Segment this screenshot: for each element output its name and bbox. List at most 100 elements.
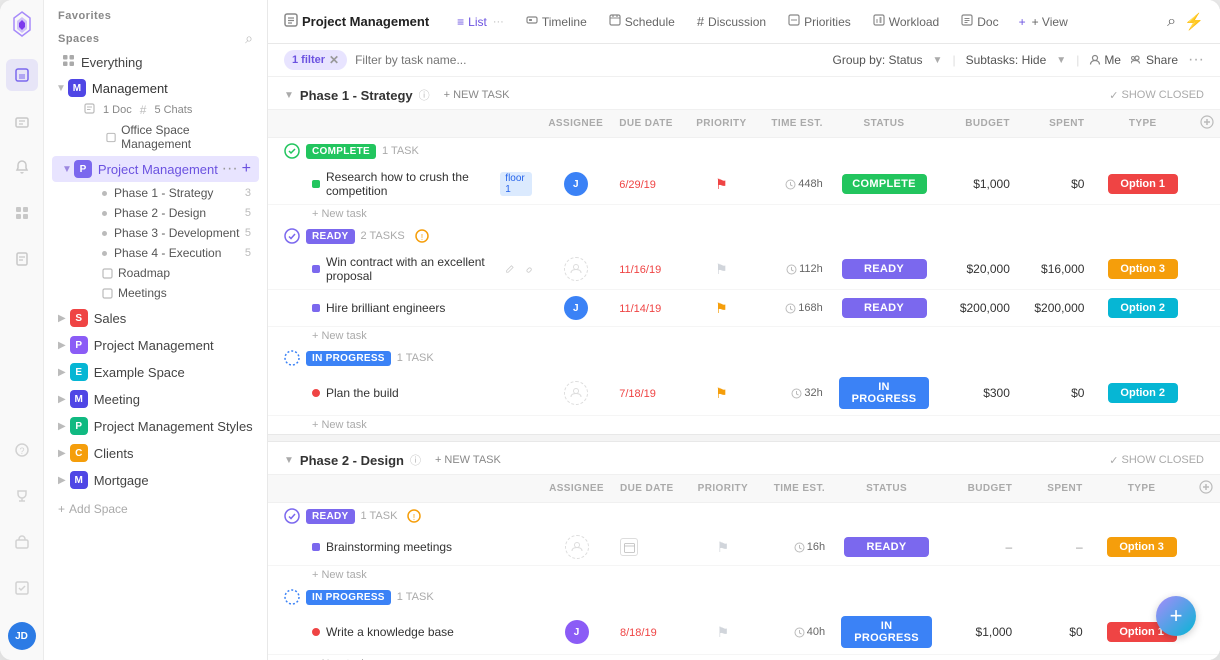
tab-doc[interactable]: Doc <box>951 8 1008 35</box>
filter-badge[interactable]: 1 filter ✕ <box>284 50 347 70</box>
nav-phase4[interactable]: Phase 4 - Execution 5 <box>76 243 259 263</box>
tab-list-dots[interactable]: ··· <box>493 16 504 28</box>
phase1-new-task-btn[interactable]: + NEW TASK <box>436 87 518 103</box>
time-knowledge: 40h <box>765 626 825 638</box>
add-view-btn[interactable]: + + View <box>1011 11 1076 33</box>
share-label[interactable]: Share <box>1131 53 1178 67</box>
sidebar-icon-bag[interactable] <box>6 526 38 558</box>
breadcrumb-label: Project Management <box>302 14 429 29</box>
nav-pm2[interactable]: ▶ P Project Management <box>48 332 263 358</box>
edit-icon-contract[interactable] <box>505 263 515 275</box>
add-view-plus: + <box>1019 15 1026 29</box>
sidebar-icon-bell[interactable] <box>6 151 38 183</box>
pm-active-header[interactable]: ▼ P Project Management ··· + <box>52 156 259 182</box>
task-row-plan-build[interactable]: Plan the build 7/18/19 ⚑ 32h <box>268 371 1220 416</box>
nav-phase2[interactable]: Phase 2 - Design 5 <box>76 203 259 223</box>
show-closed-btn[interactable]: ✓ SHOW CLOSED <box>1109 89 1204 102</box>
inprogress-group-header[interactable]: IN PROGRESS 1 TASK <box>268 345 1220 371</box>
nav-mortgage[interactable]: ▶ M Mortgage <box>48 467 263 493</box>
sidebar-icon-inbox[interactable] <box>6 105 38 137</box>
sidebar-icon-doc[interactable] <box>6 243 38 275</box>
sidebar-icon-trophy[interactable] <box>6 480 38 512</box>
status-research: COMPLETE <box>842 174 927 194</box>
sales-label: Sales <box>94 311 127 326</box>
tab-discussion[interactable]: # Discussion <box>687 8 776 35</box>
subtasks-label[interactable]: Subtasks: Hide <box>966 53 1047 67</box>
tab-timeline[interactable]: Timeline <box>516 8 597 35</box>
new-task-ready-row[interactable]: + New task <box>268 327 1220 346</box>
nav-phase1[interactable]: Phase 1 - Strategy 3 <box>76 183 259 203</box>
p2-inprogress-group-header[interactable]: IN PROGRESS 1 TASK <box>268 584 1220 610</box>
col-header-priority: PRIORITY <box>687 110 756 138</box>
ready-group-header[interactable]: READY 2 TASKS ! <box>268 223 1220 249</box>
nav-sales[interactable]: ▶ S Sales <box>48 305 263 331</box>
search-icon[interactable]: ⌕ <box>1167 13 1176 31</box>
nav-office-space[interactable]: Office Space Management <box>80 120 259 154</box>
lightning-icon[interactable]: ⚡ <box>1184 12 1204 32</box>
p2-ready-group-header[interactable]: READY 1 TASK ! <box>268 503 1220 530</box>
nav-pm-styles[interactable]: ▶ P Project Management Styles <box>48 413 263 439</box>
nav-meetings[interactable]: Meetings <box>76 283 259 303</box>
pm-options-icon[interactable]: ··· <box>222 160 238 178</box>
tab-workload[interactable]: Workload <box>863 8 949 35</box>
new-task-brainstorm-row[interactable]: + New task <box>268 566 1220 585</box>
assignee-j-knowledge: J <box>565 620 589 644</box>
new-task-knowledge-row[interactable]: + New task <box>268 655 1220 660</box>
tab-priorities-label: Priorities <box>804 15 851 29</box>
me-label[interactable]: Me <box>1089 53 1121 67</box>
assignee-j-research: J <box>564 172 588 196</box>
pm-phases: Phase 1 - Strategy 3 Phase 2 - Design 5 … <box>48 183 263 303</box>
nav-phase3[interactable]: Phase 3 - Development 5 <box>76 223 259 243</box>
time-research: 448h <box>764 178 823 190</box>
search-spaces-icon[interactable]: ⌕ <box>245 30 253 47</box>
tab-priorities[interactable]: Priorities <box>778 8 861 35</box>
sidebar-icon-grid[interactable] <box>6 197 38 229</box>
nav-example[interactable]: ▶ E Example Space <box>48 359 263 385</box>
col2-header-status: STATUS <box>833 475 940 503</box>
link-icon-contract[interactable] <box>523 263 533 275</box>
col2-header-add[interactable] <box>1193 475 1220 503</box>
task-row-hire[interactable]: Hire brilliant engineers J 11/14/19 ⚑ 16… <box>268 290 1220 327</box>
tab-schedule[interactable]: Schedule <box>599 8 685 35</box>
nav-roadmap[interactable]: Roadmap <box>76 263 259 283</box>
phase2-toggle[interactable]: ▼ <box>284 455 294 466</box>
user-avatar[interactable]: JD <box>8 622 36 650</box>
spent-knowledge: $0 <box>1020 610 1090 655</box>
sidebar-icon-help[interactable]: ? <box>6 434 38 466</box>
tab-schedule-label: Schedule <box>625 15 675 29</box>
example-chevron: ▶ <box>58 367 66 378</box>
nav-clients[interactable]: ▶ C Clients <box>48 440 263 466</box>
phase1-info-icon[interactable]: ⓘ <box>419 87 430 103</box>
task-row-brainstorm[interactable]: Brainstorming meetings <box>268 529 1220 566</box>
pm-add-icon[interactable]: + <box>242 160 251 178</box>
tab-list[interactable]: ≡ List ··· <box>447 9 514 35</box>
add-space-btn[interactable]: + Add Space <box>44 494 267 524</box>
budget-brainstorm: – <box>940 529 1020 566</box>
phase2-info-icon[interactable]: ⓘ <box>410 452 421 468</box>
sidebar-icon-home[interactable] <box>6 59 38 91</box>
time-plan: 32h <box>764 387 823 399</box>
more-options-icon[interactable]: ··· <box>1188 51 1204 69</box>
task-row-win-contract[interactable]: Win contract with an excellent proposal <box>268 249 1220 290</box>
task-row-knowledge-base[interactable]: Write a knowledge base J 8/18/19 ⚑ 40h I… <box>268 610 1220 655</box>
phase2-show-closed-btn[interactable]: ✓ SHOW CLOSED <box>1109 454 1204 467</box>
sidebar-icon-checklist[interactable] <box>6 572 38 604</box>
filter-badge-label: 1 filter <box>292 54 325 66</box>
nav-meeting[interactable]: ▶ M Meeting <box>48 386 263 412</box>
fab-add-btn[interactable]: + <box>1156 596 1196 636</box>
nav-everything[interactable]: Everything <box>48 50 263 74</box>
new-task-label: NEW TASK <box>453 89 509 101</box>
new-task-research-row[interactable]: + New task <box>268 205 1220 224</box>
assignee-empty-brainstorm <box>565 535 589 559</box>
sales-dot: S <box>70 309 88 327</box>
filter-input[interactable] <box>355 53 824 67</box>
task-row-research[interactable]: Research how to crush the competition fl… <box>268 164 1220 205</box>
col-header-add[interactable] <box>1193 110 1220 138</box>
management-header[interactable]: ▼ M Management <box>48 76 263 100</box>
phase1-toggle[interactable]: ▼ <box>284 90 294 101</box>
group-by-label[interactable]: Group by: Status <box>832 53 922 67</box>
new-task-inprogress-row[interactable]: + New task <box>268 416 1220 435</box>
phase2-new-task-btn[interactable]: + NEW TASK <box>427 452 509 468</box>
complete-group-header[interactable]: COMPLETE 1 TASK <box>268 138 1220 165</box>
filter-clear-icon[interactable]: ✕ <box>329 53 339 67</box>
